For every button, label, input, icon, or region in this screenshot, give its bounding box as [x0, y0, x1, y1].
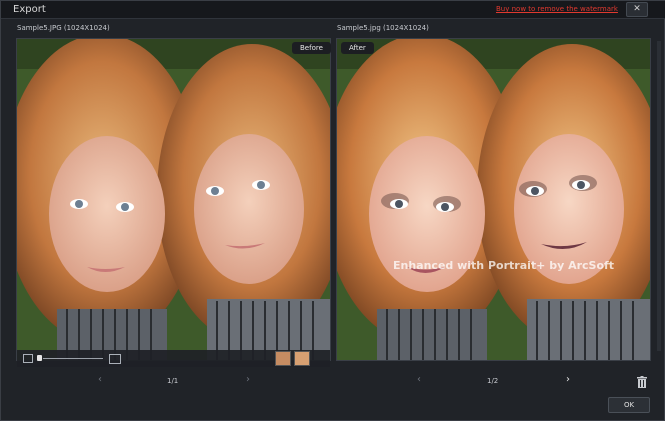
trash-icon[interactable]	[637, 373, 647, 388]
face-thumbnail-1[interactable]	[275, 351, 291, 366]
zoom-slider-handle[interactable]	[37, 355, 42, 361]
before-photo	[17, 39, 330, 360]
after-photo: Enhanced with Portrait+ by ArcSoft	[337, 39, 650, 360]
image-large-icon[interactable]	[109, 354, 121, 364]
watermark-text: Enhanced with Portrait+ by ArcSoft	[393, 259, 615, 272]
scrollbar[interactable]	[657, 41, 661, 351]
before-prev-button[interactable]: ‹	[94, 374, 106, 386]
image-small-icon[interactable]	[23, 354, 33, 363]
title-bar: Export Buy now to remove the watermark ✕	[1, 1, 665, 19]
before-tag: Before	[292, 42, 331, 54]
after-next-button[interactable]: ›	[562, 374, 574, 386]
before-preview-panel[interactable]: Before	[16, 38, 331, 367]
after-filename: Sample5.jpg (1024X1024)	[337, 24, 429, 32]
before-page-indicator: 1/1	[167, 377, 179, 385]
face-thumbnail-2[interactable]	[294, 351, 310, 366]
zoom-slider[interactable]	[43, 358, 103, 359]
zoom-bar	[17, 350, 330, 367]
before-next-button[interactable]: ›	[242, 374, 254, 386]
close-button[interactable]: ✕	[626, 2, 648, 17]
export-dialog: Export Buy now to remove the watermark ✕…	[0, 0, 665, 421]
before-filename: Sample5.JPG (1024X1024)	[17, 24, 110, 32]
after-preview-panel[interactable]: Enhanced with Portrait+ by ArcSoft After	[336, 38, 651, 361]
close-icon: ✕	[633, 4, 641, 14]
after-prev-button[interactable]: ‹	[413, 374, 425, 386]
after-page-indicator: 1/2	[487, 377, 499, 385]
buy-now-link[interactable]: Buy now to remove the watermark	[496, 5, 618, 13]
ok-button[interactable]: OK	[608, 397, 650, 413]
dialog-title: Export	[13, 4, 46, 15]
after-tag: After	[341, 42, 374, 54]
